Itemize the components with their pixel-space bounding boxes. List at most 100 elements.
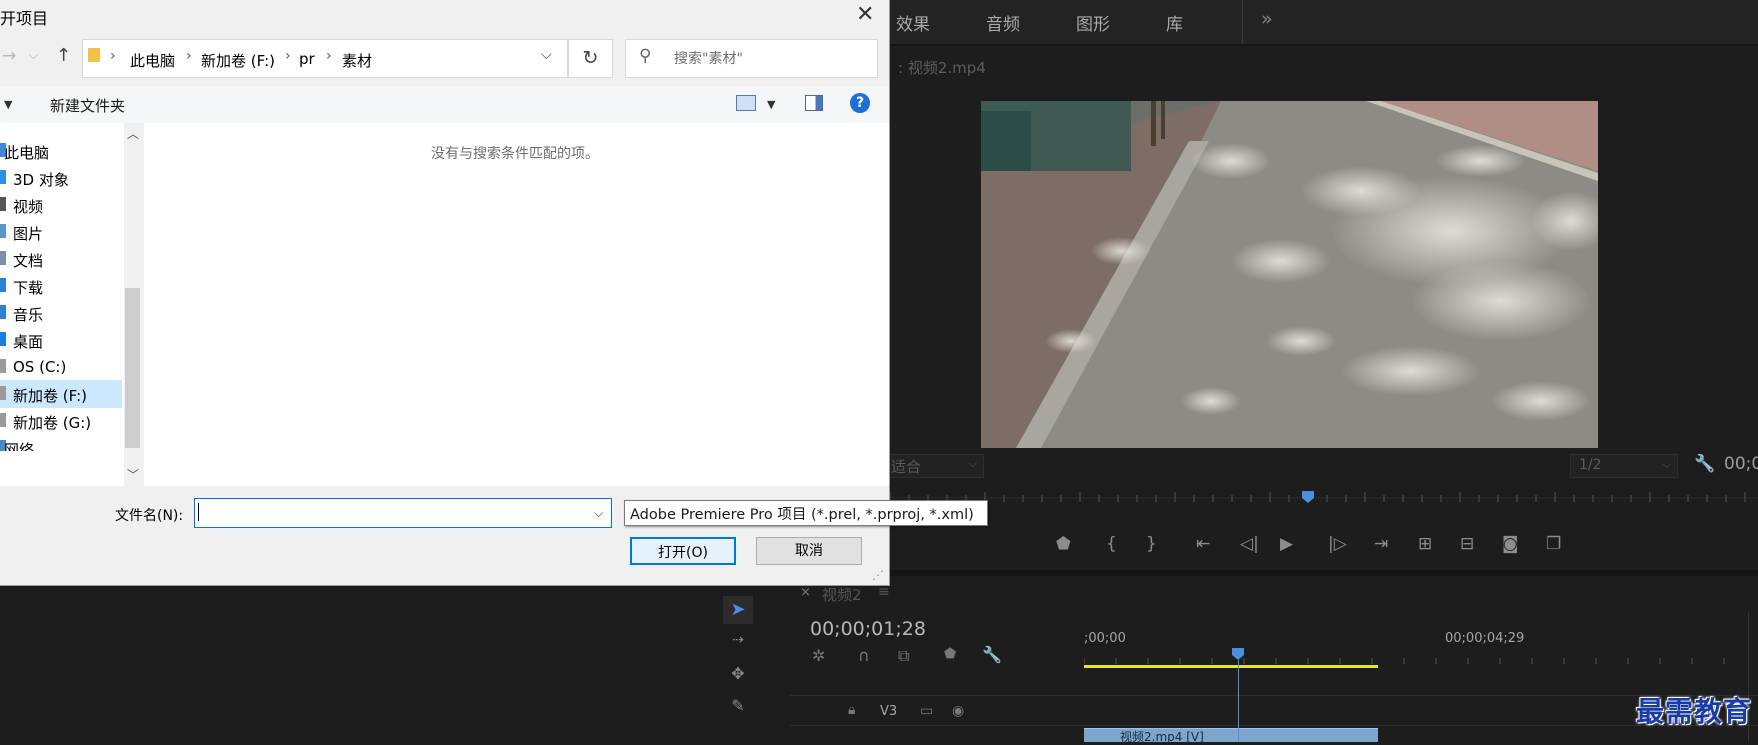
- chevron-down-icon[interactable]: ⌵: [29, 48, 38, 63]
- go-to-out-icon[interactable]: ⇥: [1374, 534, 1388, 554]
- chevron-down-icon: ⌵: [968, 457, 977, 470]
- tree-item-network[interactable]: 网络: [0, 434, 122, 451]
- tree-item-pictures[interactable]: 图片: [0, 218, 122, 246]
- breadcrumb-drive-f[interactable]: 新加卷 (F:): [201, 50, 275, 71]
- filename-input[interactable]: [199, 502, 579, 522]
- open-button[interactable]: 打开(O): [630, 537, 736, 565]
- tab-graphics[interactable]: 图形: [1076, 10, 1110, 35]
- chevron-right-icon[interactable]: ›: [110, 48, 116, 64]
- close-icon[interactable]: ✕: [856, 2, 874, 27]
- back-arrow-icon[interactable]: →: [2, 46, 16, 66]
- tree-item-3d-objects[interactable]: 3D 对象: [0, 164, 122, 192]
- cancel-button[interactable]: 取消: [756, 537, 862, 565]
- compare-icon[interactable]: ❐: [1546, 534, 1561, 554]
- nest-icon[interactable]: ✲: [812, 646, 825, 665]
- tree-item-label: 3D 对象: [13, 171, 69, 189]
- tree-item-documents[interactable]: 文档: [0, 245, 122, 273]
- video-frame-image: [981, 101, 1598, 448]
- chevron-right-icon[interactable]: ›: [186, 48, 192, 64]
- add-marker-icon[interactable]: ⬟: [944, 646, 956, 662]
- chevron-right-icon[interactable]: ›: [285, 48, 291, 64]
- tree-item-drive-f[interactable]: 新加卷 (F:): [0, 380, 122, 408]
- drive-icon: [0, 359, 6, 373]
- timeline-timecode[interactable]: 00;00;01;28: [810, 618, 926, 640]
- step-back-icon[interactable]: ◁|: [1240, 534, 1259, 554]
- lift-icon[interactable]: ⊞: [1418, 534, 1432, 554]
- work-area-bar[interactable]: [1084, 665, 1378, 668]
- film-icon: [0, 197, 6, 211]
- dialog-title: 开项目: [0, 9, 49, 28]
- mark-in-icon[interactable]: {: [1106, 534, 1117, 554]
- track-select-tool-icon[interactable]: ⇢: [723, 632, 753, 656]
- tree-item-videos[interactable]: 视频: [0, 191, 122, 219]
- up-arrow-icon[interactable]: ↑: [56, 45, 71, 66]
- empty-message: 没有与搜索条件匹配的项。: [431, 146, 599, 162]
- tree-item-downloads[interactable]: 下载: [0, 272, 122, 300]
- close-icon[interactable]: ×: [800, 585, 811, 600]
- view-mode-icon[interactable]: [736, 95, 756, 111]
- camera-icon[interactable]: ◙: [1502, 534, 1519, 554]
- timeline-playhead[interactable]: [1231, 648, 1245, 660]
- file-list[interactable]: [144, 123, 889, 486]
- go-to-in-icon[interactable]: ⇤: [1196, 534, 1210, 554]
- monitor-title: : 视频2.mp4: [898, 59, 986, 77]
- fit-select[interactable]: 适合 ⌵: [888, 454, 984, 478]
- razor-tool-icon[interactable]: ✎: [723, 696, 753, 720]
- menu-icon[interactable]: ≡: [878, 584, 890, 600]
- scrollbar-thumb[interactable]: [125, 288, 140, 448]
- selection-tool-icon[interactable]: ➤: [723, 596, 753, 624]
- step-forward-icon[interactable]: |▷: [1328, 534, 1347, 554]
- linked-select-icon[interactable]: ⧉: [898, 646, 909, 666]
- tree-item-label: OS (C:): [13, 358, 67, 376]
- sync-lock-icon[interactable]: ▭: [920, 703, 933, 719]
- refresh-icon[interactable]: ↻: [568, 39, 613, 78]
- timeline-ruler[interactable]: [1084, 620, 1726, 670]
- mark-out-icon[interactable]: }: [1146, 534, 1157, 554]
- breadcrumb-sucai[interactable]: 素材: [342, 50, 372, 71]
- preview-pane-icon[interactable]: [805, 95, 823, 111]
- tree-item-music[interactable]: 音乐: [0, 299, 122, 327]
- breadcrumb-pr[interactable]: pr: [299, 50, 315, 68]
- resize-grip-icon[interactable]: ⋰: [872, 568, 884, 582]
- monitor-playhead[interactable]: [1301, 491, 1315, 503]
- ruler-label-start: ;00;00: [1084, 631, 1126, 646]
- tab-effects[interactable]: 效果: [896, 10, 930, 35]
- chevron-down-icon[interactable]: ▼: [767, 98, 775, 111]
- search-input[interactable]: [674, 49, 864, 69]
- ripple-edit-tool-icon[interactable]: ✥: [723, 664, 753, 688]
- folder-icon: [88, 48, 100, 62]
- snap-icon[interactable]: ∩: [858, 646, 870, 665]
- video-preview: [981, 101, 1598, 448]
- breadcrumb-this-pc[interactable]: 此电脑: [130, 50, 175, 71]
- chevron-down-icon[interactable]: ⌵: [594, 506, 603, 521]
- new-folder-button[interactable]: 新建文件夹: [50, 95, 125, 116]
- tree-item-desktop[interactable]: 桌面: [0, 326, 122, 354]
- marker-icon[interactable]: ⬟: [1056, 534, 1071, 554]
- chevron-down-icon[interactable]: ▼: [4, 98, 12, 111]
- extract-icon[interactable]: ⊟: [1460, 534, 1474, 554]
- monitor-time-ruler[interactable]: [888, 490, 1758, 508]
- play-icon[interactable]: ▶: [1280, 534, 1293, 554]
- eye-icon[interactable]: ◉: [952, 703, 964, 719]
- resolution-select[interactable]: 1/2 ⌵: [1570, 454, 1678, 478]
- chevron-up-icon[interactable]: ︿: [127, 125, 139, 142]
- tree-item-drive-c[interactable]: OS (C:): [0, 353, 122, 381]
- desktop-icon: [0, 332, 6, 346]
- wrench-icon[interactable]: 🔧: [1694, 454, 1715, 474]
- tree-item-label: 新加卷 (F:): [13, 387, 87, 405]
- chevron-down-icon[interactable]: ⌵: [541, 47, 552, 63]
- tree-item-drive-g[interactable]: 新加卷 (G:): [0, 407, 122, 435]
- tab-audio[interactable]: 音频: [986, 10, 1020, 35]
- tree-item-label: 新加卷 (G:): [13, 414, 92, 432]
- tab-libraries[interactable]: 库: [1166, 10, 1183, 35]
- track-name-v3[interactable]: V3: [880, 704, 897, 719]
- chevron-down-icon: ⌵: [1662, 458, 1671, 471]
- chevron-down-icon[interactable]: ﹀: [127, 466, 139, 483]
- wrench-icon[interactable]: 🔧: [982, 645, 1002, 664]
- document-icon: [0, 251, 6, 265]
- more-panels-button[interactable]: »: [1261, 8, 1273, 30]
- sequence-tab[interactable]: 视频2: [822, 584, 862, 605]
- help-icon[interactable]: ?: [850, 93, 870, 113]
- chevron-right-icon[interactable]: ›: [326, 48, 332, 64]
- lock-icon[interactable]: 🔒︎: [848, 702, 855, 718]
